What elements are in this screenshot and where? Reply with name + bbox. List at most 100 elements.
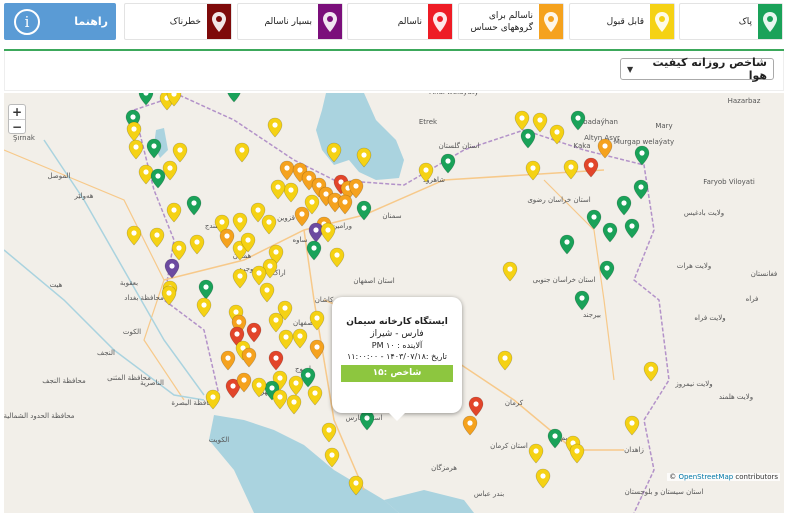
- station-marker[interactable]: [286, 394, 302, 415]
- map-place-label: استان گلستان: [439, 141, 480, 150]
- station-marker[interactable]: [324, 447, 340, 468]
- zoom-in-button[interactable]: +: [9, 105, 25, 119]
- station-marker[interactable]: [241, 347, 257, 368]
- station-marker[interactable]: [164, 258, 180, 279]
- station-marker[interactable]: [532, 112, 548, 133]
- legend-label: پاک: [738, 16, 752, 27]
- station-marker[interactable]: [283, 182, 299, 203]
- map-place-label: سمنان: [382, 212, 401, 220]
- popup-tip: [389, 413, 405, 421]
- station-marker[interactable]: [520, 128, 536, 149]
- station-marker[interactable]: [220, 350, 236, 371]
- map-place-label: ولایت نیمروز: [674, 380, 712, 388]
- station-marker[interactable]: [219, 228, 235, 249]
- station-marker[interactable]: [634, 145, 650, 166]
- map-place-label: فغانستان: [751, 270, 777, 278]
- station-marker[interactable]: [337, 194, 353, 215]
- station-marker[interactable]: [359, 410, 375, 431]
- station-marker[interactable]: [624, 218, 640, 239]
- station-marker[interactable]: [251, 265, 267, 286]
- station-marker[interactable]: [440, 153, 456, 174]
- station-marker[interactable]: [189, 234, 205, 255]
- station-marker[interactable]: [514, 110, 530, 131]
- station-marker[interactable]: [268, 312, 284, 333]
- map-place-label: Murgap welaýaty: [614, 138, 674, 146]
- station-marker[interactable]: [583, 157, 599, 178]
- station-marker[interactable]: [602, 222, 618, 243]
- station-marker[interactable]: [624, 415, 640, 436]
- station-marker[interactable]: [172, 142, 188, 163]
- station-marker[interactable]: [161, 285, 177, 306]
- station-marker[interactable]: [259, 282, 275, 303]
- station-marker[interactable]: [196, 297, 212, 318]
- station-marker[interactable]: [128, 139, 144, 160]
- station-marker[interactable]: [166, 202, 182, 223]
- popup-date: تاریخ :۱۴۰۳/۰۷/۱۸ - ۱۱:۰۰:۰۰: [346, 352, 448, 361]
- station-marker[interactable]: [563, 159, 579, 180]
- map-pin-icon: [428, 4, 452, 39]
- station-marker[interactable]: [246, 322, 262, 343]
- station-marker[interactable]: [309, 339, 325, 360]
- station-marker[interactable]: [288, 375, 304, 396]
- station-marker[interactable]: [198, 279, 214, 300]
- station-marker[interactable]: [308, 222, 324, 243]
- station-marker[interactable]: [234, 142, 250, 163]
- station-marker[interactable]: [329, 247, 345, 268]
- zoom-out-button[interactable]: −: [9, 119, 25, 134]
- station-marker[interactable]: [309, 310, 325, 331]
- map-place-label: الناصرية: [140, 379, 164, 387]
- map-place-label: الكويت: [209, 436, 229, 444]
- map-place-label: استان سیستان و بلوچستان: [625, 488, 704, 496]
- station-marker[interactable]: [150, 168, 166, 189]
- station-marker[interactable]: [186, 195, 202, 216]
- station-marker[interactable]: [149, 227, 165, 248]
- station-marker[interactable]: [528, 443, 544, 464]
- station-marker[interactable]: [356, 200, 372, 221]
- legend-item: بسیار ناسالم: [237, 3, 343, 40]
- station-marker[interactable]: [294, 206, 310, 227]
- station-marker[interactable]: [138, 93, 154, 106]
- osm-link[interactable]: OpenStreetMap: [678, 473, 733, 481]
- station-marker[interactable]: [320, 222, 336, 243]
- station-marker[interactable]: [306, 240, 322, 261]
- station-marker[interactable]: [633, 179, 649, 200]
- station-marker[interactable]: [468, 396, 484, 417]
- station-marker[interactable]: [586, 209, 602, 230]
- station-marker[interactable]: [597, 138, 613, 159]
- station-marker[interactable]: [574, 290, 590, 311]
- station-marker[interactable]: [270, 179, 286, 200]
- station-marker[interactable]: [525, 160, 541, 181]
- station-marker[interactable]: [267, 117, 283, 138]
- station-marker[interactable]: [547, 428, 563, 449]
- station-marker[interactable]: [535, 468, 551, 489]
- station-marker[interactable]: [616, 195, 632, 216]
- map-place-label: ولایت هلمند: [719, 393, 753, 401]
- station-marker[interactable]: [272, 389, 288, 410]
- station-marker[interactable]: [497, 350, 513, 371]
- station-marker[interactable]: [278, 329, 294, 350]
- help-button[interactable]: i راهنما: [4, 3, 116, 40]
- station-marker[interactable]: [227, 93, 241, 103]
- station-marker[interactable]: [502, 261, 518, 282]
- station-marker[interactable]: [569, 443, 585, 464]
- station-marker[interactable]: [261, 214, 277, 235]
- station-marker[interactable]: [232, 212, 248, 233]
- station-marker[interactable]: [171, 240, 187, 261]
- station-marker[interactable]: [292, 328, 308, 349]
- map-place-label: الموصل: [48, 172, 71, 180]
- station-marker[interactable]: [462, 415, 478, 436]
- index-type-dropdown[interactable]: شاخص روزانه کیفیت هوا ▼: [620, 56, 774, 82]
- station-marker[interactable]: [232, 268, 248, 289]
- station-marker[interactable]: [643, 361, 659, 382]
- station-marker[interactable]: [126, 225, 142, 246]
- station-marker[interactable]: [307, 385, 323, 406]
- station-marker[interactable]: [549, 124, 565, 145]
- map-place-label: ساوه: [292, 236, 307, 244]
- station-marker[interactable]: [599, 260, 615, 281]
- station-marker[interactable]: [570, 110, 586, 131]
- station-marker[interactable]: [321, 422, 337, 443]
- station-marker[interactable]: [559, 234, 575, 255]
- station-marker[interactable]: [126, 121, 142, 142]
- station-marker[interactable]: [268, 350, 284, 371]
- station-marker[interactable]: [279, 160, 295, 181]
